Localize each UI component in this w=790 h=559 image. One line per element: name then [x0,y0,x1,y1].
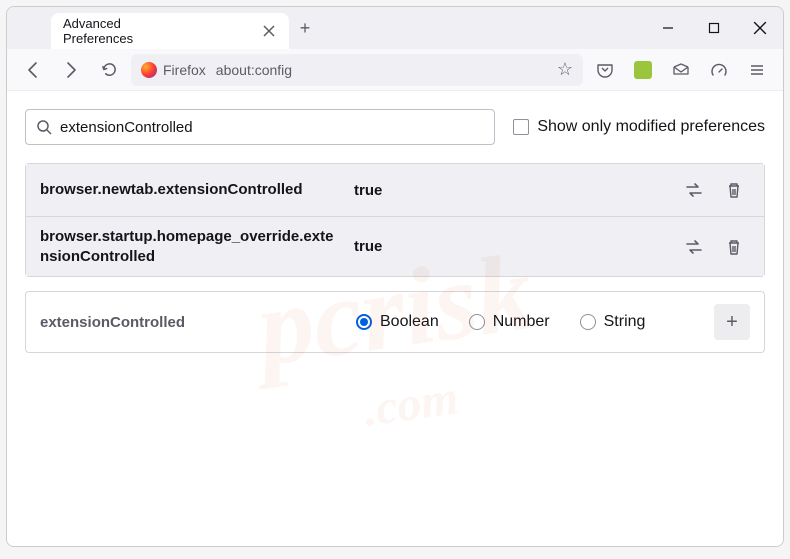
search-row: Show only modified preferences [25,109,765,145]
browser-window: Advanced Preferences + Firefox about:con… [6,6,784,547]
show-modified-checkbox[interactable] [513,119,529,135]
titlebar: Advanced Preferences + [7,7,783,49]
identity-box[interactable]: Firefox [141,62,206,78]
navigation-toolbar: Firefox about:config ☆ [7,49,783,91]
pref-name: browser.newtab.extensionControlled [40,180,340,200]
url-bar[interactable]: Firefox about:config ☆ [131,54,583,86]
tab-title: Advanced Preferences [63,16,191,46]
radio-icon [580,314,596,330]
radio-string[interactable]: String [580,313,646,331]
pocket-icon[interactable] [589,54,621,86]
app-menu-button[interactable] [741,54,773,86]
forward-button[interactable] [55,54,87,86]
show-modified-checkbox-label[interactable]: Show only modified preferences [513,118,765,136]
new-pref-row: extensionControlled Boolean Number Strin… [25,291,765,353]
firefox-logo-icon [141,62,157,78]
delete-button[interactable] [718,174,750,206]
radio-icon [469,314,485,330]
reload-button[interactable] [93,54,125,86]
pref-value: true [354,182,664,199]
pref-name: browser.startup.homepage_override.extens… [40,227,340,266]
extension-icon[interactable] [627,54,659,86]
checkbox-text: Show only modified preferences [537,118,765,136]
back-button[interactable] [17,54,49,86]
pref-actions [678,174,750,206]
tab-close-button[interactable] [261,23,277,39]
page-content: Show only modified preferences browser.n… [7,91,783,546]
new-pref-name: extensionControlled [40,314,340,331]
pref-row: browser.newtab.extensionControlled true [26,164,764,216]
maximize-button[interactable] [691,7,737,49]
radio-icon [356,314,372,330]
pref-actions [678,231,750,263]
identity-label: Firefox [163,62,206,78]
active-tab[interactable]: Advanced Preferences [51,13,289,49]
radio-boolean[interactable]: Boolean [356,313,439,331]
url-text: about:config [216,62,292,78]
preference-search-box[interactable] [25,109,495,145]
preference-search-input[interactable] [60,119,484,136]
window-controls [645,7,783,49]
type-radio-group: Boolean Number String [356,313,698,331]
dashboard-icon[interactable] [703,54,735,86]
preferences-table: browser.newtab.extensionControlled true … [25,163,765,277]
minimize-button[interactable] [645,7,691,49]
close-window-button[interactable] [737,7,783,49]
new-tab-button[interactable]: + [289,15,321,41]
pref-value: true [354,238,664,255]
inbox-icon[interactable] [665,54,697,86]
add-pref-button[interactable]: + [714,304,750,340]
toggle-button[interactable] [678,174,710,206]
search-icon [36,119,52,135]
bookmark-star-icon[interactable]: ☆ [557,59,573,80]
radio-number[interactable]: Number [469,313,550,331]
delete-button[interactable] [718,231,750,263]
toggle-button[interactable] [678,231,710,263]
pref-row: browser.startup.homepage_override.extens… [26,216,764,276]
